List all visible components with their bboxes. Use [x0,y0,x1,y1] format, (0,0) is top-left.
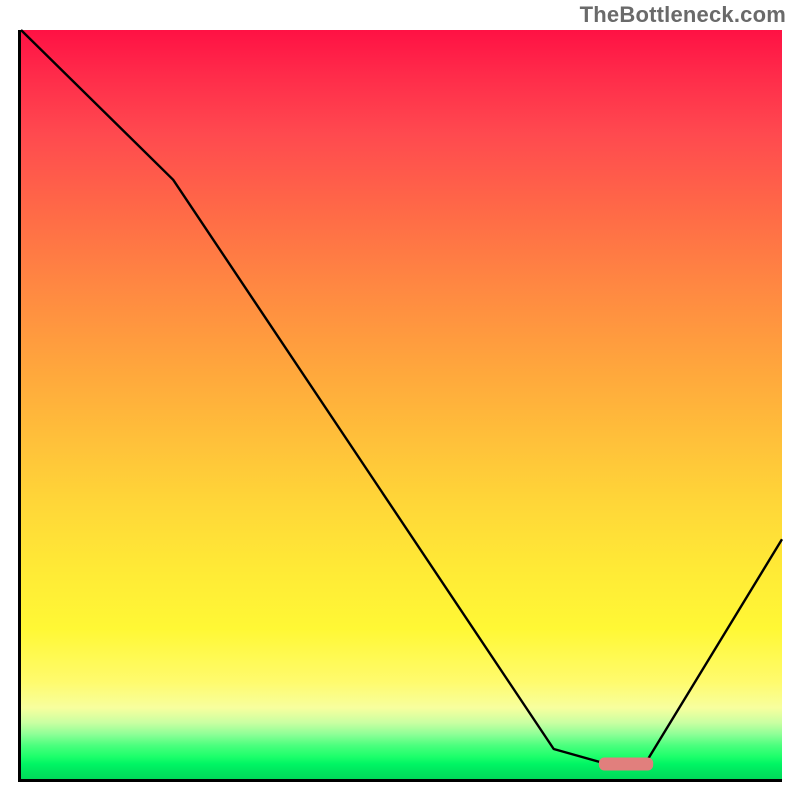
axes-frame [18,30,782,782]
chart-container: TheBottleneck.com [0,0,800,800]
watermark-text: TheBottleneck.com [580,2,786,28]
